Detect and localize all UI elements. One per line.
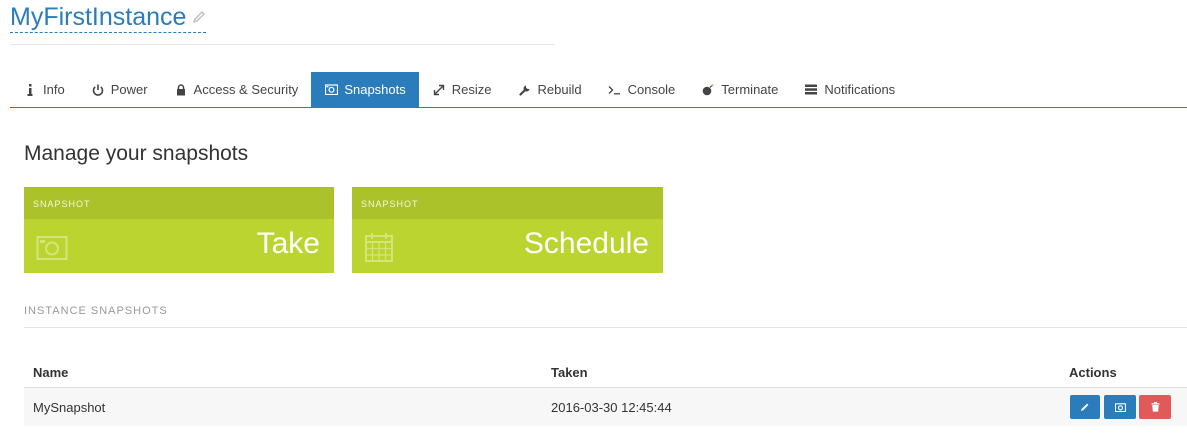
tab-label: Terminate	[721, 82, 779, 97]
column-header-taken: Taken	[551, 365, 588, 380]
tab-notifications[interactable]: Notifications	[791, 72, 908, 107]
tab-access-security[interactable]: Access & Security	[161, 72, 312, 107]
tab-terminate[interactable]: Terminate	[688, 72, 791, 107]
calendar-icon	[365, 233, 393, 262]
tab-rebuild[interactable]: Rebuild	[505, 72, 595, 107]
restore-snapshot-button[interactable]	[1104, 395, 1136, 419]
card-label: Take	[256, 227, 320, 260]
wrench-icon	[518, 83, 532, 97]
info-icon	[23, 83, 37, 97]
tab-label: Access & Security	[193, 82, 299, 97]
page-title: Manage your snapshots	[24, 142, 249, 165]
table-header: Name Taken Actions	[24, 358, 1187, 388]
column-header-name: Name	[33, 365, 69, 380]
console-icon	[608, 83, 622, 97]
tab-info[interactable]: Info	[10, 72, 78, 107]
card-label: Schedule	[523, 227, 649, 260]
trash-icon	[1151, 402, 1159, 412]
section-divider	[24, 327, 1187, 328]
instance-title-wrap: MyFirstInstance	[10, 2, 207, 35]
tab-label: Console	[627, 82, 676, 97]
instance-tabs: Info Power Access & Security Snapshots R…	[10, 72, 1187, 108]
column-header-actions: Actions	[1069, 365, 1117, 380]
schedule-snapshot-card[interactable]: SNAPSHOT Schedule	[352, 187, 663, 273]
snapshot-name: MySnapshot	[33, 399, 106, 415]
take-snapshot-card[interactable]: SNAPSHOT Take	[24, 187, 334, 273]
tab-label: Power	[110, 82, 148, 97]
bomb-icon	[701, 83, 715, 97]
pencil-icon[interactable]	[192, 10, 206, 24]
tab-label: Resize	[451, 82, 492, 97]
tab-label: Rebuild	[537, 82, 582, 97]
table-row: MySnapshot 2016-03-30 12:45:44	[24, 388, 1187, 426]
edit-button[interactable]	[1070, 395, 1100, 419]
tab-label: Info	[43, 82, 65, 97]
title-divider	[10, 44, 555, 45]
lock-icon	[174, 83, 188, 97]
camera-icon	[1114, 402, 1126, 412]
list-icon	[804, 83, 818, 97]
camera-icon	[324, 83, 338, 97]
instance-name-text: MyFirstInstance	[10, 3, 187, 31]
tab-console[interactable]: Console	[595, 72, 689, 107]
tab-label: Notifications	[824, 82, 896, 97]
tab-power[interactable]: Power	[78, 72, 161, 107]
edit-icon	[1081, 403, 1089, 411]
card-kicker: SNAPSHOT	[24, 187, 334, 219]
tab-snapshots[interactable]: Snapshots	[311, 72, 419, 107]
tab-label: Snapshots	[344, 82, 406, 97]
snapshots-heading: INSTANCE SNAPSHOTS	[24, 305, 168, 317]
snapshot-taken: 2016-03-30 12:45:44	[551, 399, 672, 415]
snapshots-table: Name Taken Actions MySnapshot 2016-03-30…	[24, 358, 1187, 426]
resize-icon	[432, 83, 446, 97]
card-kicker: SNAPSHOT	[352, 187, 663, 219]
camera-icon	[36, 236, 68, 260]
power-icon	[91, 83, 105, 97]
tab-resize[interactable]: Resize	[419, 72, 505, 107]
instance-name[interactable]: MyFirstInstance	[10, 2, 207, 33]
delete-button[interactable]	[1139, 395, 1171, 419]
